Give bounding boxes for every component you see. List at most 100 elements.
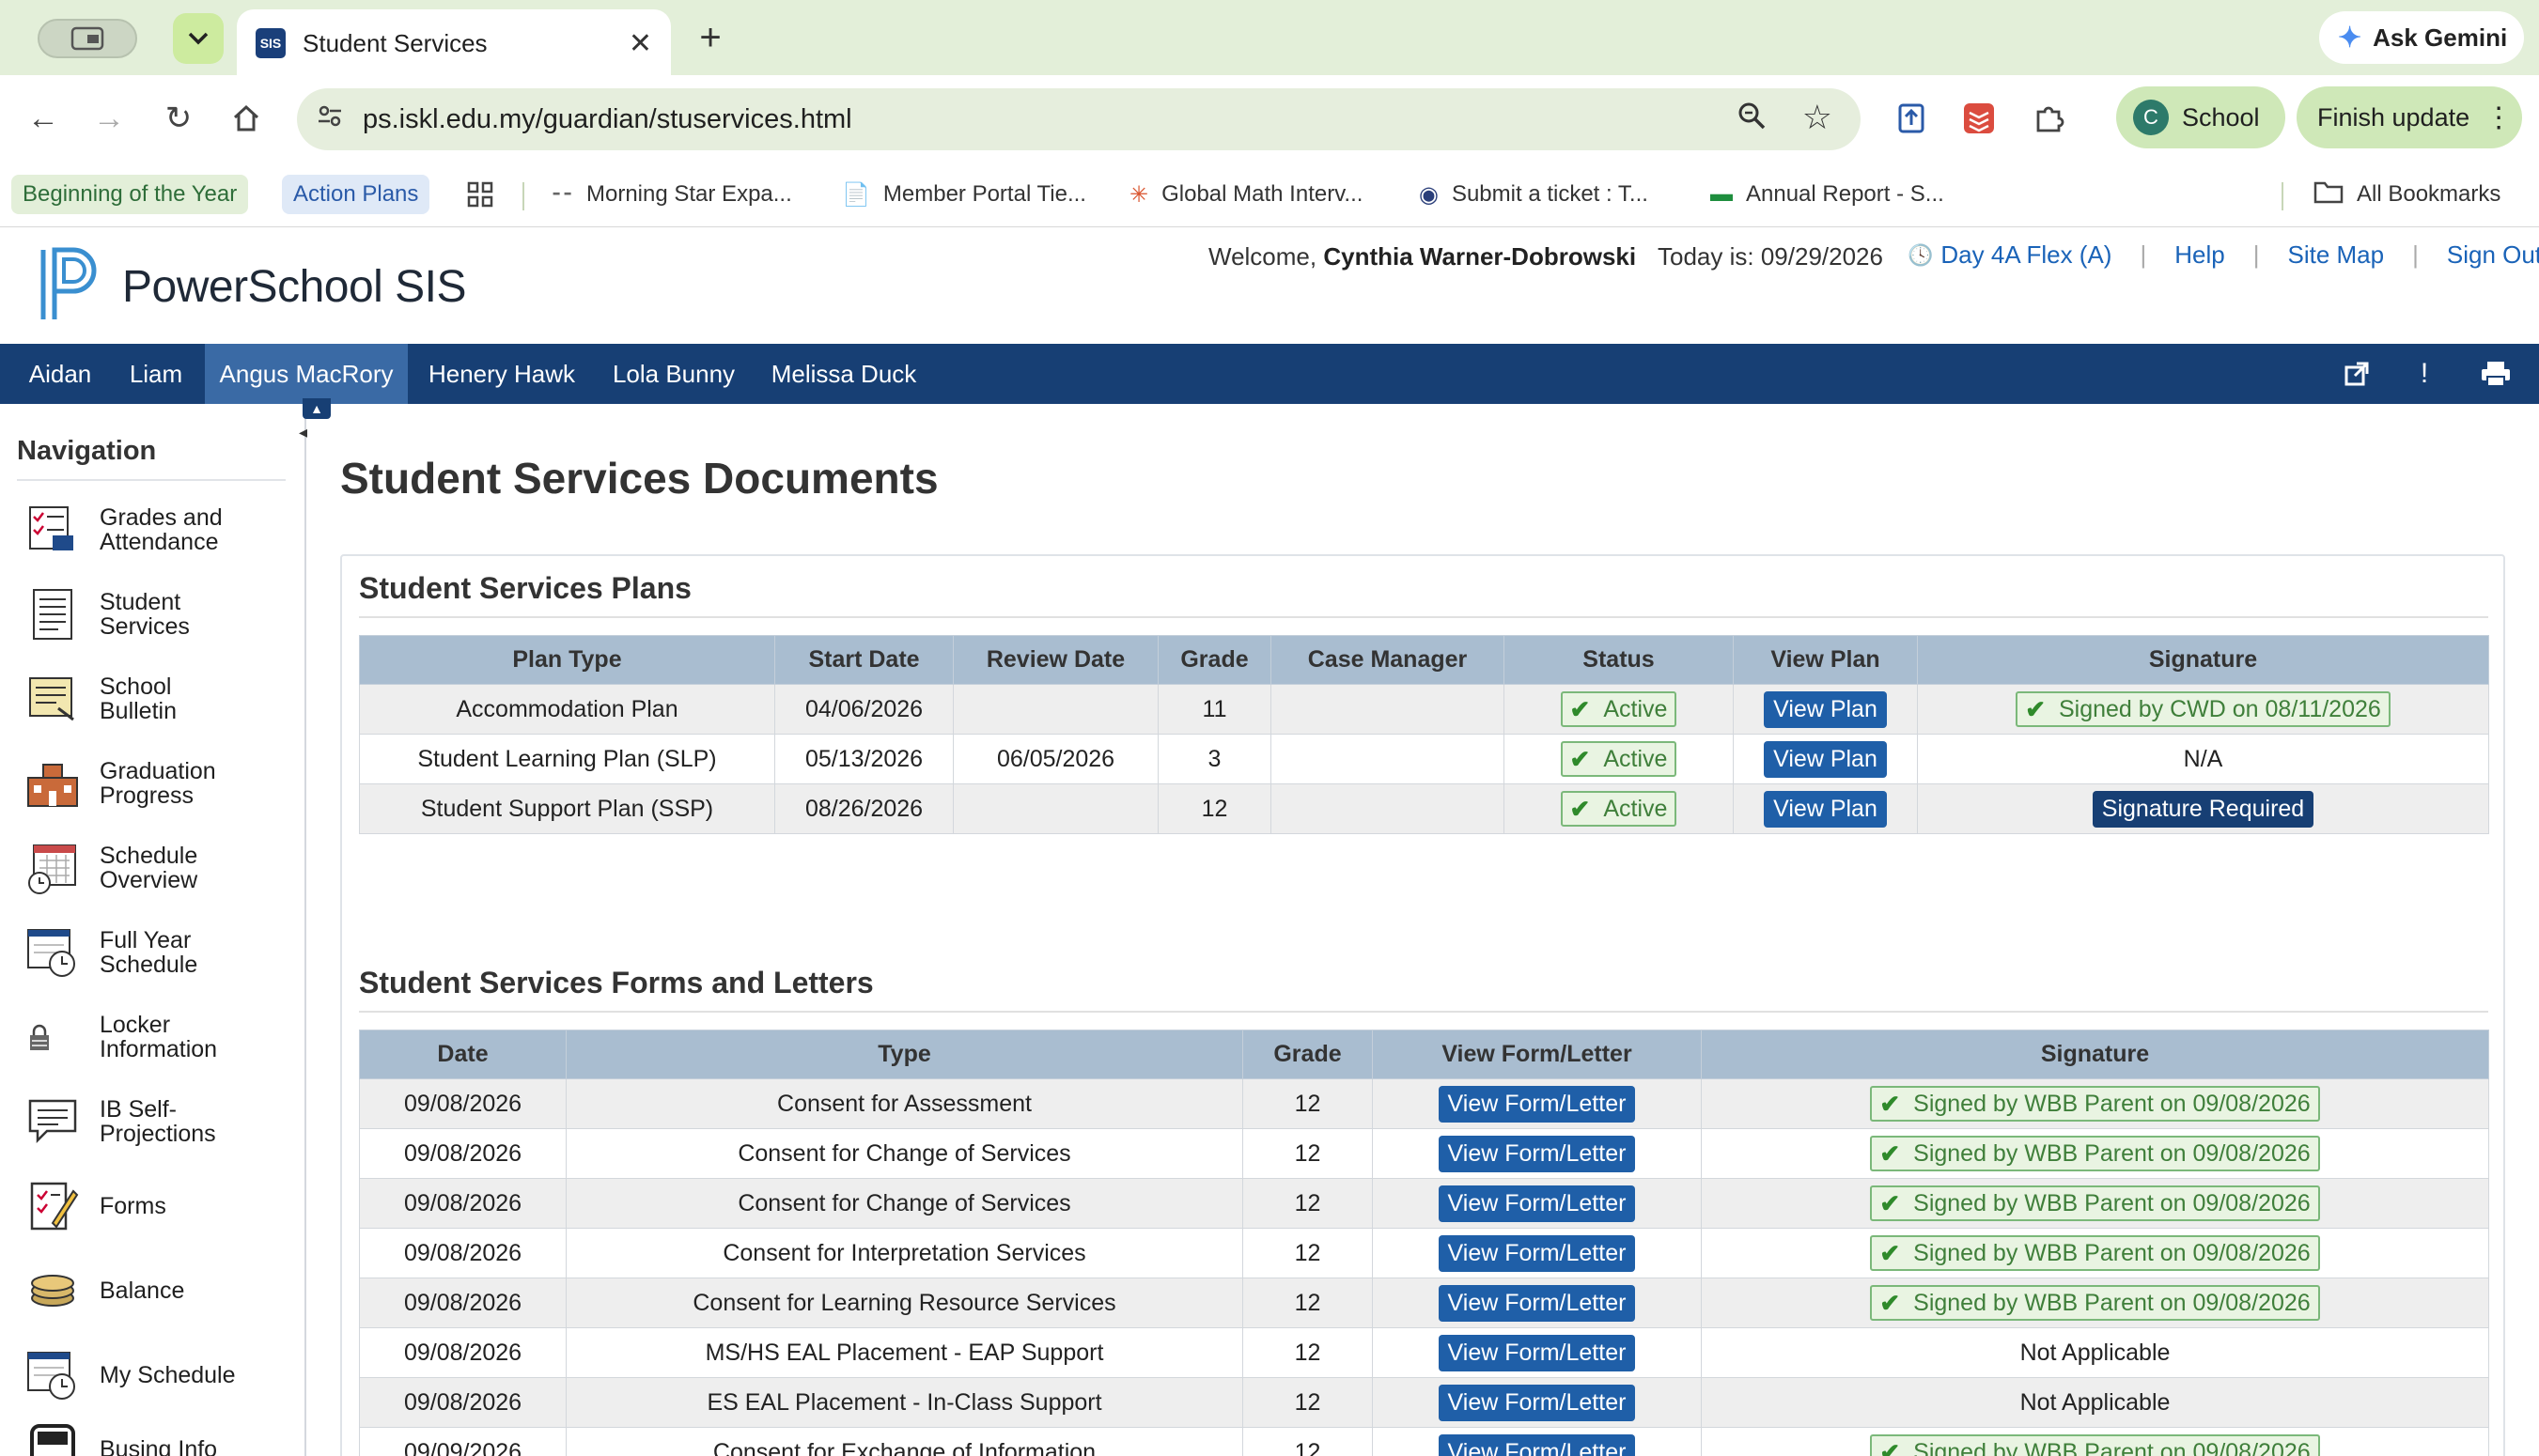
case-manager-cell xyxy=(1270,734,1504,784)
bookmark-submit-ticket[interactable]: ◉ Submit a ticket : T... xyxy=(1419,175,1648,214)
nav-item-locker-information[interactable]: Locker Information xyxy=(24,999,297,1075)
nav-item-student-services[interactable]: Student Services xyxy=(24,577,297,652)
nav-item-my-schedule[interactable]: My Schedule xyxy=(24,1338,297,1413)
student-tab-angus-macrory[interactable]: Angus MacRory xyxy=(205,344,408,404)
view-form-button[interactable]: View Form/Letter xyxy=(1438,1085,1636,1123)
view-form-button[interactable]: View Form/Letter xyxy=(1438,1384,1636,1421)
help-link[interactable]: Help xyxy=(2174,240,2224,270)
bookmark-annual-report[interactable]: ▬ Annual Report - S... xyxy=(1710,175,1944,214)
browser-tab-active[interactable]: SIS Student Services ✕ xyxy=(237,9,671,77)
table-header-row: Plan Type Start Date Review Date Grade C… xyxy=(359,635,2489,685)
all-bookmarks-button[interactable]: All Bookmarks xyxy=(2313,175,2500,214)
view-plan-cell: View Plan xyxy=(1733,734,1918,784)
grade-cell: 12 xyxy=(1242,1228,1373,1278)
signature-required-button[interactable]: Signature Required xyxy=(2092,790,2314,828)
student-tab-henery-hawk[interactable]: Henery Hawk xyxy=(419,344,584,404)
nav-item-full-year-schedule[interactable]: Full Year Schedule xyxy=(24,915,297,990)
powerschool-logo-icon[interactable] xyxy=(38,244,109,323)
student-tab-liam[interactable]: Liam xyxy=(115,344,197,404)
signature-cell: ✔ Signed by WBB Parent on 09/08/2026 xyxy=(1701,1178,2489,1229)
ask-gemini-label: Ask Gemini xyxy=(2373,23,2508,52)
print-icon[interactable] xyxy=(2477,355,2515,393)
view-plan-button[interactable]: View Plan xyxy=(1764,690,1887,728)
view-plan-button[interactable]: View Plan xyxy=(1764,740,1887,778)
back-arrow-icon[interactable]: ← xyxy=(21,96,66,141)
header-links: 🕓 Day 4A Flex (A) | Help | Site Map | Si… xyxy=(1908,240,2539,270)
tab-search-button[interactable] xyxy=(173,13,224,64)
extensions-puzzle-icon[interactable] xyxy=(2030,100,2067,137)
welcome-message: Welcome, Cynthia Warner-Dobrowski xyxy=(1208,242,1637,271)
new-tab-button[interactable]: + xyxy=(690,17,731,59)
view-form-button[interactable]: View Form/Letter xyxy=(1438,1433,1636,1456)
navigation-sidebar: Navigation Grades and Attendance Student… xyxy=(0,404,306,1456)
day-schedule-link[interactable]: Day 4A Flex (A) xyxy=(1940,240,2111,270)
nav-item-ib-self-projections[interactable]: IB Self-Projections xyxy=(24,1084,297,1159)
browser-toolbar: ← → ↻ ps.iskl.edu.my/guardian/stuservice… xyxy=(0,75,2539,162)
signature-cell: Not Applicable xyxy=(1701,1377,2489,1428)
nav-item-school-bulletin[interactable]: School Bulletin xyxy=(24,661,297,736)
bookmark-action-plans[interactable]: Action Plans xyxy=(282,175,430,214)
apps-grid-icon[interactable] xyxy=(466,175,494,214)
home-icon[interactable] xyxy=(224,96,269,141)
chevron-down-icon xyxy=(188,32,209,45)
address-bar[interactable]: ps.iskl.edu.my/guardian/stuservices.html… xyxy=(297,88,1861,150)
extension-todoist-icon[interactable] xyxy=(1960,100,1998,137)
close-icon[interactable]: ✕ xyxy=(629,27,652,60)
nav-item-grades-and-attendance[interactable]: Grades and Attendance xyxy=(24,492,297,567)
divider xyxy=(359,1011,2488,1013)
site-info-icon[interactable] xyxy=(316,101,344,137)
zoom-icon[interactable] xyxy=(1737,101,1767,138)
student-tab-lola-bunny[interactable]: Lola Bunny xyxy=(601,344,746,404)
view-form-button[interactable]: View Form/Letter xyxy=(1438,1284,1636,1322)
signed-badge: ✔ Signed by WBB Parent on 09/08/2026 xyxy=(1870,1235,2320,1271)
speech-bubble-icon xyxy=(28,1099,77,1144)
view-form-button[interactable]: View Form/Letter xyxy=(1438,1135,1636,1172)
more-vert-icon: ⋮ xyxy=(2484,101,2514,133)
ask-gemini-button[interactable]: ✦ Ask Gemini xyxy=(2319,11,2524,64)
date-cell: 09/09/2026 xyxy=(359,1427,567,1456)
grade-cell: 12 xyxy=(1242,1327,1373,1378)
bookmark-global-math[interactable]: ✳ Global Math Interv... xyxy=(1129,175,1363,214)
signature-cell: ✔ Signed by WBB Parent on 09/08/2026 xyxy=(1701,1078,2489,1129)
bookmark-star-icon[interactable]: ☆ xyxy=(1802,98,1832,137)
sign-out-link[interactable]: Sign Out xyxy=(2447,240,2539,270)
nav-item-forms[interactable]: Forms xyxy=(24,1169,297,1244)
student-tab-melissa-duck[interactable]: Melissa Duck xyxy=(763,344,925,404)
tab-group-button[interactable] xyxy=(38,19,137,58)
column-header: Review Date xyxy=(953,635,1159,685)
external-link-icon[interactable] xyxy=(2338,355,2375,393)
bookmark-separator xyxy=(2282,182,2283,210)
forward-arrow-icon[interactable]: → xyxy=(86,96,132,141)
view-plan-button[interactable]: View Plan xyxy=(1764,790,1887,828)
alert-icon[interactable]: ! xyxy=(2406,355,2443,393)
reload-icon[interactable]: ↻ xyxy=(156,96,201,141)
bookmark-member-portal[interactable]: 📄 Member Portal Tie... xyxy=(842,175,1086,214)
view-form-button[interactable]: View Form/Letter xyxy=(1438,1234,1636,1272)
plans-table: Plan Type Start Date Review Date Grade C… xyxy=(359,635,2489,834)
bookmark-beginning-of-year[interactable]: Beginning of the Year xyxy=(11,175,249,214)
nav-item-graduation-progress[interactable]: Graduation Progress xyxy=(24,746,297,821)
review-date-cell: 06/05/2026 xyxy=(953,734,1159,784)
site-map-link[interactable]: Site Map xyxy=(2287,240,2384,270)
view-form-button[interactable]: View Form/Letter xyxy=(1438,1185,1636,1222)
collapse-tab-icon[interactable]: ▲ xyxy=(303,398,331,419)
student-tab-aidan[interactable]: Aidan xyxy=(15,344,105,404)
table-row: Student Learning Plan (SLP) 05/13/2026 0… xyxy=(359,734,2489,784)
nav-item-busing-info[interactable]: Busing Info xyxy=(24,1420,297,1456)
view-form-button[interactable]: View Form/Letter xyxy=(1438,1334,1636,1371)
signature-cell: N/A xyxy=(1917,734,2489,784)
extension-upload-icon[interactable] xyxy=(1893,100,1930,137)
date-cell: 09/08/2026 xyxy=(359,1377,567,1428)
column-header: Type xyxy=(566,1030,1243,1079)
nav-item-schedule-overview[interactable]: Schedule Overview xyxy=(24,830,297,906)
chevron-left-icon[interactable]: ◂ xyxy=(299,423,307,442)
nav-item-balance[interactable]: Balance xyxy=(24,1253,297,1328)
form-pencil-icon xyxy=(30,1182,79,1231)
check-icon: ✔ xyxy=(1879,1288,1901,1317)
finish-update-label: Finish update xyxy=(2317,102,2470,132)
column-header: Start Date xyxy=(774,635,954,685)
bookmark-morning-star[interactable]: ⁃⁃ Morning Star Expa... xyxy=(551,175,792,214)
calendar-clock-icon xyxy=(28,844,76,894)
finish-update-button[interactable]: Finish update ⋮ xyxy=(2297,86,2522,148)
profile-button[interactable]: C School xyxy=(2116,86,2285,148)
